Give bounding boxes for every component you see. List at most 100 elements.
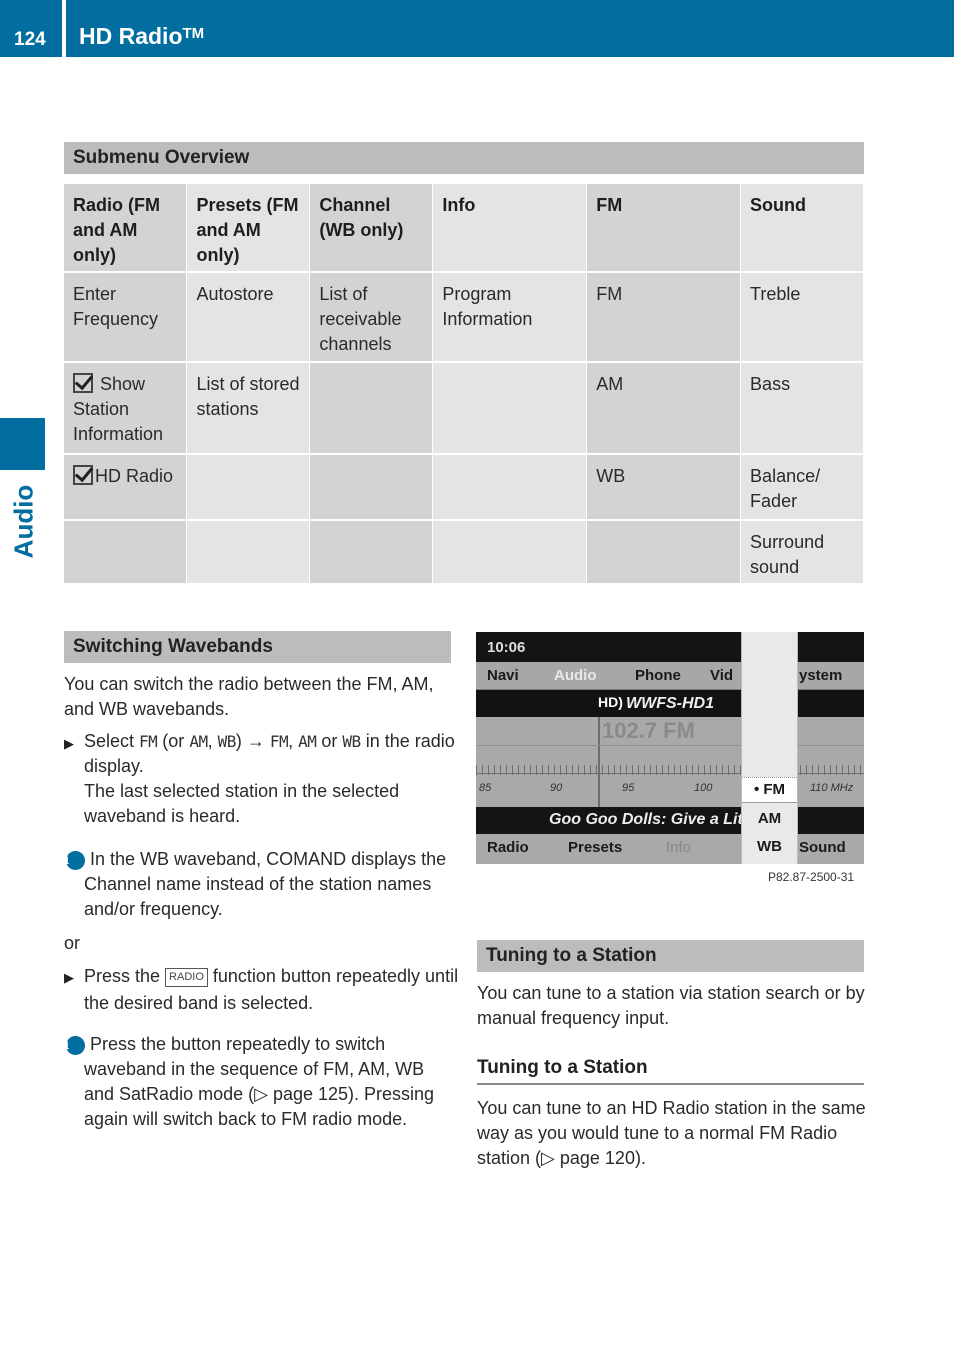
page-title-text: HD Radio xyxy=(79,23,183,49)
table-cell: Treble xyxy=(740,272,864,363)
display-key: WB xyxy=(217,732,237,751)
table-cell: Bass xyxy=(740,362,864,455)
step-text: , xyxy=(207,731,218,751)
submenu-overview-table: Radio (FM and AM only) Presets (FM and A… xyxy=(64,184,864,585)
display-key: AM xyxy=(298,732,317,751)
display-key: FM xyxy=(269,732,289,751)
frequency-scale-line xyxy=(476,773,864,774)
table-row: Surround sound xyxy=(64,520,864,585)
track-title: Goo Goo Dolls: Give a Lit xyxy=(549,811,743,828)
table-cell xyxy=(186,520,311,585)
submenu-info: Info xyxy=(666,839,692,856)
table-cell xyxy=(64,520,188,585)
info-note-sequence: i Press the button repeatedly to switch … xyxy=(64,1032,458,1132)
checkbox-checked-icon xyxy=(73,465,93,485)
table-cell: WB xyxy=(586,454,742,521)
tuning-body: You can tune to an HD Radio station in t… xyxy=(477,1098,866,1168)
table-cell: Enter Frequency xyxy=(64,272,188,363)
menu-item-system: ystem xyxy=(799,667,843,684)
scale-label: 95 xyxy=(622,782,635,794)
table-cell xyxy=(309,454,434,521)
step-text: ) → xyxy=(235,731,270,751)
step-text: Press the xyxy=(84,966,166,986)
info-icon: i xyxy=(64,851,85,870)
display-divider xyxy=(598,717,600,807)
table-cell: Program Information xyxy=(432,272,588,363)
submenu-presets: Presets xyxy=(568,839,623,856)
step-arrow-icon: ▶ xyxy=(64,970,74,985)
trademark-symbol: TM xyxy=(182,25,205,42)
tuning-intro: You can tune to a station via station se… xyxy=(477,983,865,1028)
page-number: 124 xyxy=(14,29,46,50)
scale-label: 85 xyxy=(479,782,492,794)
submenu-overview-heading: Submenu Overview xyxy=(64,142,864,174)
column-header: FM xyxy=(586,184,742,273)
scale-label: 90 xyxy=(550,782,563,794)
table-cell: List of stored stations xyxy=(186,362,311,455)
image-reference-code: P82.87-2500-31 xyxy=(768,870,855,884)
display-rule xyxy=(476,745,864,746)
tuning-subheading: Tuning to a Station xyxy=(477,1057,864,1085)
display-clock: 10:06 xyxy=(487,639,526,656)
station-name: WWFS-HD1 xyxy=(626,695,714,712)
section-tab-marker xyxy=(0,418,45,470)
display-key: AM xyxy=(189,732,208,751)
step-text: (or xyxy=(157,731,190,751)
switching-wavebands-heading: Switching Wavebands xyxy=(64,631,451,663)
table-cell xyxy=(432,362,588,455)
tuning-heading: Tuning to a Station xyxy=(477,940,864,972)
step-press-radio: Press the RADIO function button repeated… xyxy=(84,963,459,1017)
menu-item-video: Vid xyxy=(710,667,734,684)
radio-function-button: RADIO xyxy=(165,968,208,987)
table-cell: Surround sound xyxy=(740,520,864,585)
or-separator: or xyxy=(64,933,81,953)
cell-text: HD Radio xyxy=(95,466,174,486)
radio-display-screenshot: 10:06 Navi Audio Phone Vid ystem HD) WWF… xyxy=(476,632,864,864)
display-key: FM xyxy=(139,732,158,751)
table-cell: Balance/ Fader xyxy=(740,454,864,521)
column-header: Radio (FM and AM only) xyxy=(64,184,188,273)
table-row: Enter Frequency Autostore List of receiv… xyxy=(64,272,864,363)
column-header: Sound xyxy=(740,184,864,273)
step-result: The last selected station in the selecte… xyxy=(84,781,400,826)
table-cell: List of receivable channels xyxy=(309,272,434,363)
table-cell xyxy=(586,520,742,585)
table-cell xyxy=(186,454,311,521)
table-header-row: Radio (FM and AM only) Presets (FM and A… xyxy=(64,184,864,273)
table-cell: Show Station Information xyxy=(64,362,188,455)
hd-radio-logo-icon: HD) xyxy=(598,694,623,710)
step-text: or xyxy=(316,731,343,751)
section-tab-text: Audio xyxy=(8,484,39,559)
display-key: WB xyxy=(342,732,361,751)
table-cell xyxy=(309,362,434,455)
table-row: Show Station Information List of stored … xyxy=(64,362,864,455)
table-cell: AM xyxy=(586,362,742,455)
switching-intro: You can switch the radio between the FM,… xyxy=(64,674,434,719)
table-cell xyxy=(432,454,588,521)
step-text: , xyxy=(288,731,299,751)
table-row: HD Radio WB Balance/ Fader xyxy=(64,454,864,521)
column-header: Info xyxy=(432,184,588,273)
info-note-wb: i In the WB waveband, COMAND displays th… xyxy=(64,847,456,922)
checkbox-checked-icon xyxy=(73,373,93,393)
table-cell: Autostore xyxy=(186,272,311,363)
step-arrow-icon: ▶ xyxy=(64,736,74,751)
menu-item-audio: Audio xyxy=(554,667,597,684)
waveband-option-am: AM xyxy=(757,810,782,827)
table-cell xyxy=(309,520,434,585)
display-main-menu: Navi Audio Phone Vid ystem xyxy=(476,662,864,690)
table-cell xyxy=(432,520,588,585)
page-title: HD RadioTM xyxy=(79,23,204,50)
table-cell: HD Radio xyxy=(64,454,188,521)
column-header: Channel (WB only) xyxy=(309,184,434,273)
page-header: 124 HD RadioTM xyxy=(0,0,954,57)
menu-item-phone: Phone xyxy=(635,667,681,684)
waveband-menu: • FM AM WB xyxy=(741,632,798,864)
scale-label: 110 MHz xyxy=(810,782,854,794)
info-text: Press the button repeatedly to switch wa… xyxy=(84,1034,435,1129)
display-track-info: Goo Goo Dolls: Give a Lit xyxy=(476,807,864,834)
step-select-band: Select FM (or AM, WB) → FM, AM or WB in … xyxy=(84,729,456,829)
header-divider xyxy=(62,0,66,57)
menu-item-navi: Navi xyxy=(487,667,519,684)
station-frequency: 102.7 FM xyxy=(602,718,695,743)
